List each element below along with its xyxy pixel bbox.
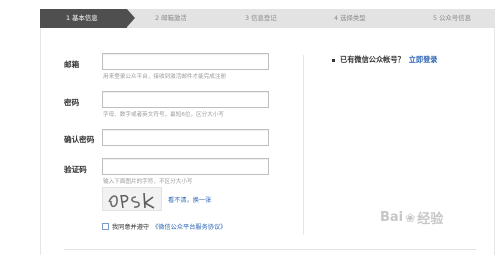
- watermark-brand2: 经验: [417, 212, 444, 227]
- confirm-password-label: 确认密码: [64, 135, 95, 144]
- captcha-hint: 输入下面图片的字符，不区分大小写: [103, 179, 193, 185]
- password-hint: 字母、数字或者英文符号，最短6位，区分大小写: [103, 112, 225, 118]
- paw-icon: ❀: [405, 210, 416, 225]
- step-basic-info: 1 基本信息: [40, 9, 127, 28]
- step-email-activation: 2 邮箱激活: [155, 14, 187, 22]
- step-arrow: [127, 9, 135, 27]
- captcha-glyphs: [108, 192, 155, 209]
- password-label: 密码: [64, 98, 80, 107]
- email-hint: 用来登录公众平台，接收到激活邮件才能完成注册: [103, 74, 227, 80]
- password-field[interactable]: [102, 91, 269, 108]
- bottom-divider: [64, 249, 476, 250]
- bullet-icon: [332, 58, 335, 62]
- have-account-text: 已有微信公众帐号？: [340, 55, 405, 64]
- refresh-captcha-link[interactable]: 看不清，换一张: [168, 195, 211, 204]
- confirm-password-field[interactable]: [102, 129, 269, 146]
- progress-steps: 1 基本信息 2 邮箱激活 3 信息登记 4 选择类型 5 公众号信息: [40, 9, 495, 28]
- watermark-brand: Bai: [380, 210, 404, 225]
- step-choose-type: 4 选择类型: [334, 14, 366, 22]
- login-link[interactable]: 立即登录: [409, 55, 438, 65]
- agreement-row: 我同意并遵守 《微信公众平台服务协议》: [102, 222, 226, 231]
- agree-checkbox[interactable]: [102, 223, 109, 230]
- step-info-registration: 3 信息登记: [245, 14, 277, 22]
- watermark: Bai ❀ 经验: [380, 208, 443, 227]
- agree-text: 我同意并遵守: [112, 224, 150, 231]
- existing-account: 已有微信公众帐号？ 立即登录: [332, 55, 437, 65]
- captcha-field[interactable]: [102, 158, 269, 175]
- captcha-image: [102, 187, 162, 211]
- email-field[interactable]: [102, 53, 269, 70]
- captcha-label: 验证码: [64, 165, 87, 174]
- email-label: 邮箱: [64, 60, 80, 69]
- agreement-link[interactable]: 《微信公众平台服务协议》: [152, 222, 226, 231]
- step-account-info: 5 公众号信息: [433, 14, 472, 22]
- divider: [303, 55, 304, 235]
